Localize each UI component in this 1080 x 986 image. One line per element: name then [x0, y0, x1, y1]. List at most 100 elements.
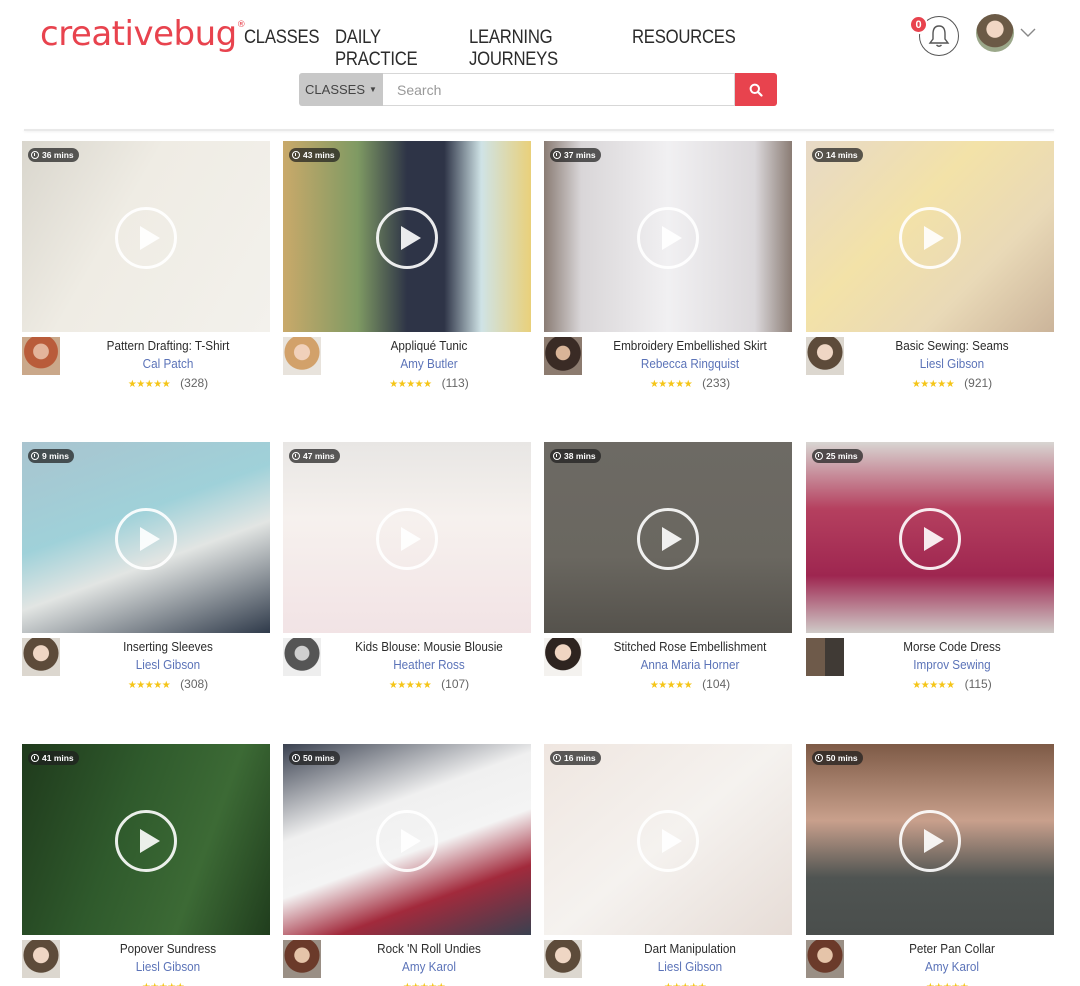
class-thumbnail[interactable]: 43 mins [283, 141, 531, 332]
class-card[interactable]: 16 mins Dart Manipulation Liesl Gibson ★… [544, 744, 792, 986]
instructor-name[interactable]: Amy Karol [337, 958, 521, 976]
class-thumbnail[interactable]: 9 mins [22, 442, 270, 633]
search-button[interactable] [735, 73, 777, 106]
rating: ★★★★★ (308) [66, 674, 270, 696]
class-card[interactable]: 50 mins Peter Pan Collar Amy Karol ★★★★★ [806, 744, 1054, 986]
instructor-avatar[interactable] [806, 638, 844, 676]
class-card[interactable]: 43 mins Appliqué Tunic Amy Butler ★★★★★ (… [283, 141, 531, 401]
class-title[interactable]: Inserting Sleeves [76, 638, 260, 656]
play-icon[interactable] [376, 207, 438, 269]
play-icon[interactable] [115, 508, 177, 570]
instructor-avatar[interactable] [544, 337, 582, 375]
play-icon[interactable] [899, 207, 961, 269]
star-rating-icon: ★★★★★ [926, 982, 969, 986]
star-rating-icon: ★★★★★ [649, 680, 693, 691]
class-title[interactable]: Rock 'N Roll Undies [337, 940, 521, 958]
nav-learning-journeys[interactable]: LEARNING JOURNEYS [469, 27, 596, 71]
instructor-name[interactable]: Amy Karol [860, 958, 1044, 976]
clock-icon [292, 754, 300, 762]
play-icon[interactable] [899, 810, 961, 872]
play-icon[interactable] [115, 810, 177, 872]
rating-count: (113) [441, 376, 469, 390]
search-input[interactable] [383, 73, 735, 106]
nav-classes[interactable]: CLASSES [244, 27, 320, 71]
instructor-name[interactable]: Heather Ross [337, 656, 521, 674]
clock-icon [31, 754, 39, 762]
play-icon[interactable] [637, 207, 699, 269]
class-card[interactable]: 47 mins Kids Blouse: Mousie Blousie Heat… [283, 442, 531, 702]
class-title[interactable]: Peter Pan Collar [860, 940, 1044, 958]
duration-badge: 50 mins [289, 751, 340, 765]
class-thumbnail[interactable]: 14 mins [806, 141, 1054, 332]
play-icon[interactable] [899, 508, 961, 570]
star-rating-icon: ★★★★★ [127, 680, 171, 691]
play-icon[interactable] [115, 207, 177, 269]
instructor-name[interactable]: Amy Butler [337, 355, 521, 373]
class-info: Rock 'N Roll Undies Amy Karol ★★★★★ [327, 940, 531, 986]
instructor-avatar[interactable] [283, 940, 321, 978]
class-thumbnail[interactable]: 25 mins [806, 442, 1054, 633]
instructor-name[interactable]: Cal Patch [76, 355, 260, 373]
user-avatar[interactable] [976, 14, 1014, 52]
instructor-name[interactable]: Liesl Gibson [598, 958, 782, 976]
class-card[interactable]: 41 mins Popover Sundress Liesl Gibson ★★… [22, 744, 270, 986]
class-info: Morse Code Dress Improv Sewing ★★★★★ (115… [850, 638, 1054, 696]
instructor-avatar[interactable] [544, 638, 582, 676]
class-card[interactable]: 38 mins Stitched Rose Embellishment Anna… [544, 442, 792, 702]
instructor-name[interactable]: Improv Sewing [860, 656, 1044, 674]
duration-text: 50 mins [826, 753, 858, 763]
class-title[interactable]: Basic Sewing: Seams [860, 337, 1044, 355]
star-rating-icon: ★★★★★ [388, 680, 432, 691]
instructor-avatar[interactable] [806, 940, 844, 978]
instructor-name[interactable]: Anna Maria Horner [598, 656, 782, 674]
search-category-dropdown[interactable]: CLASSES ▼ [299, 73, 383, 106]
instructor-name[interactable]: Rebecca Ringquist [598, 355, 782, 373]
class-title[interactable]: Embroidery Embellished Skirt [598, 337, 782, 355]
class-title[interactable]: Morse Code Dress [860, 638, 1044, 656]
class-title[interactable]: Appliqué Tunic [337, 337, 521, 355]
clock-icon [292, 151, 300, 159]
instructor-avatar[interactable] [22, 940, 60, 978]
class-thumbnail[interactable]: 36 mins [22, 141, 270, 332]
class-thumbnail[interactable]: 50 mins [283, 744, 531, 935]
class-card[interactable]: 25 mins Morse Code Dress Improv Sewing ★… [806, 442, 1054, 702]
class-card[interactable]: 9 mins Inserting Sleeves Liesl Gibson ★★… [22, 442, 270, 702]
instructor-avatar[interactable] [22, 638, 60, 676]
class-title[interactable]: Kids Blouse: Mousie Blousie [337, 638, 521, 656]
class-thumbnail[interactable]: 41 mins [22, 744, 270, 935]
nav-resources[interactable]: RESOURCES [632, 27, 736, 71]
class-thumbnail[interactable]: 16 mins [544, 744, 792, 935]
instructor-avatar[interactable] [544, 940, 582, 978]
class-card[interactable]: 37 mins Embroidery Embellished Skirt Reb… [544, 141, 792, 401]
instructor-avatar[interactable] [283, 638, 321, 676]
class-card[interactable]: 14 mins Basic Sewing: Seams Liesl Gibson… [806, 141, 1054, 401]
play-icon[interactable] [376, 810, 438, 872]
class-thumbnail[interactable]: 50 mins [806, 744, 1054, 935]
class-card[interactable]: 36 mins Pattern Drafting: T-Shirt Cal Pa… [22, 141, 270, 401]
class-thumbnail[interactable]: 37 mins [544, 141, 792, 332]
play-icon[interactable] [637, 508, 699, 570]
star-rating-icon: ★★★★★ [403, 982, 446, 986]
chevron-down-icon[interactable] [1020, 28, 1036, 38]
instructor-avatar[interactable] [283, 337, 321, 375]
creativebug-logo[interactable]: creativebug® [40, 14, 246, 54]
instructor-name[interactable]: Liesl Gibson [76, 656, 260, 674]
instructor-name[interactable]: Liesl Gibson [76, 958, 260, 976]
instructor-name[interactable]: Liesl Gibson [860, 355, 1044, 373]
class-title[interactable]: Stitched Rose Embellishment [598, 638, 782, 656]
instructor-avatar[interactable] [806, 337, 844, 375]
instructor-avatar[interactable] [22, 337, 60, 375]
play-icon[interactable] [637, 810, 699, 872]
play-icon[interactable] [376, 508, 438, 570]
class-thumbnail[interactable]: 47 mins [283, 442, 531, 633]
class-thumbnail[interactable]: 38 mins [544, 442, 792, 633]
nav-daily-practice[interactable]: DAILY PRACTICE [335, 27, 436, 71]
class-title[interactable]: Dart Manipulation [598, 940, 782, 958]
duration-badge: 38 mins [550, 449, 601, 463]
rating: ★★★★★ (328) [66, 373, 270, 395]
duration-badge: 9 mins [28, 449, 74, 463]
class-title[interactable]: Pattern Drafting: T-Shirt [76, 337, 260, 355]
class-title[interactable]: Popover Sundress [76, 940, 260, 958]
class-card[interactable]: 50 mins Rock 'N Roll Undies Amy Karol ★★… [283, 744, 531, 986]
rating-count: (104) [702, 677, 731, 691]
